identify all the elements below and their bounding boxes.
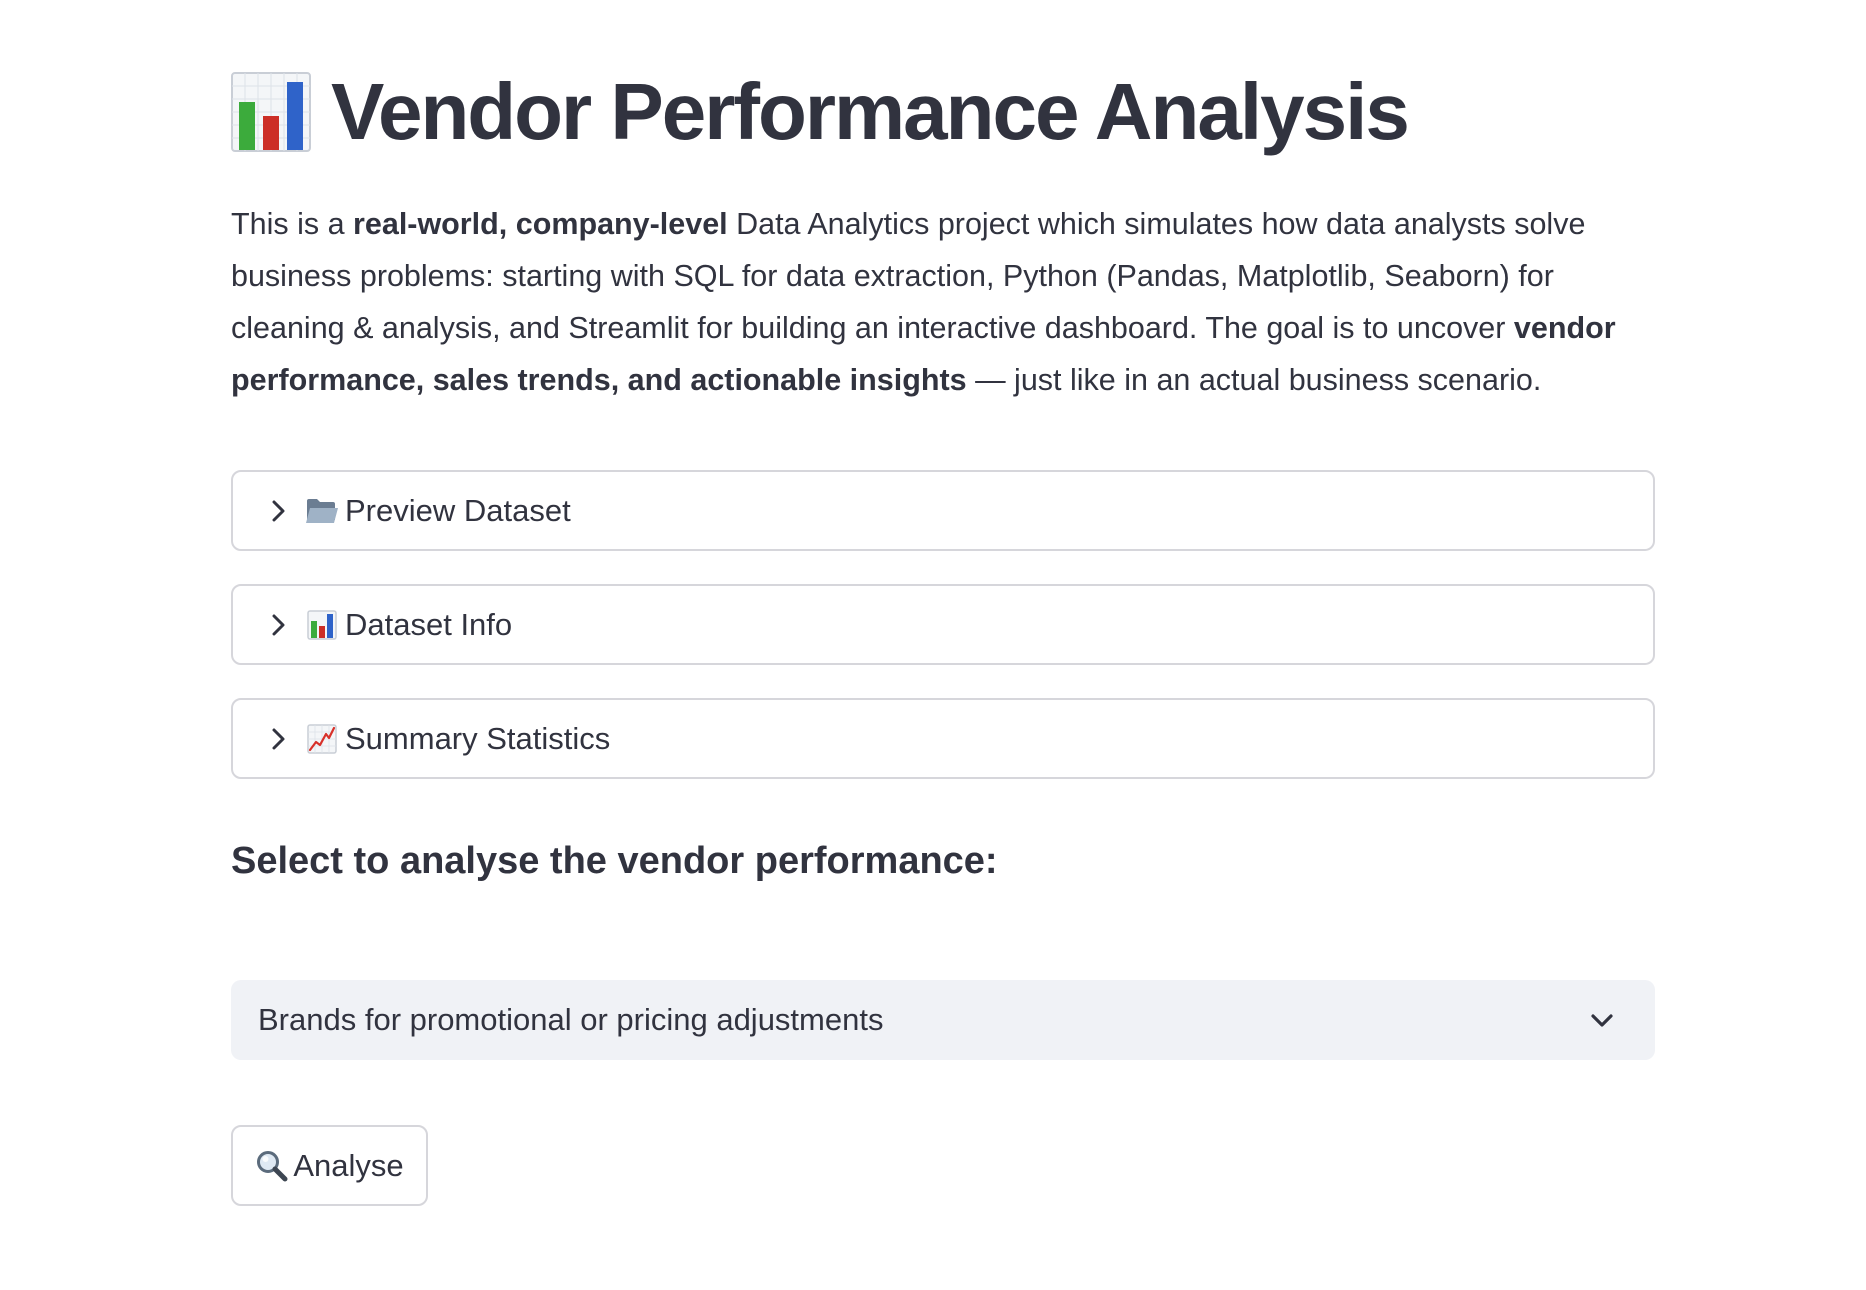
chevron-right-icon xyxy=(263,724,293,754)
intro-text-3: — just like in an actual business scenar… xyxy=(966,363,1542,397)
analyse-button-label: Analyse xyxy=(293,1147,404,1183)
expander-preview-dataset[interactable]: Preview Dataset xyxy=(231,470,1655,551)
expander-label: Dataset Info xyxy=(345,606,513,642)
bar-chart-icon xyxy=(231,72,311,152)
chevron-right-icon xyxy=(263,496,293,526)
bar-chart-icon xyxy=(305,608,339,642)
expander-summary-statistics[interactable]: Summary Statistics xyxy=(231,698,1655,779)
intro-text-1: This is a xyxy=(231,207,354,241)
page-title-text: Vendor Performance Analysis xyxy=(331,67,1410,156)
intro-paragraph: This is a real-world, company-level Data… xyxy=(231,198,1655,406)
magnifier-icon xyxy=(255,1149,289,1183)
intro-bold-1: real-world, company-level xyxy=(353,207,728,241)
expander-label: Summary Statistics xyxy=(345,720,611,756)
analyse-button[interactable]: Analyse xyxy=(231,1125,428,1206)
expander-label: Preview Dataset xyxy=(345,492,571,528)
analysis-select[interactable]: Brands for promotional or pricing adjust… xyxy=(231,980,1655,1060)
chevron-down-icon xyxy=(1587,1005,1617,1035)
folder-icon xyxy=(305,494,339,528)
line-chart-icon xyxy=(305,722,339,756)
chevron-right-icon xyxy=(263,610,293,640)
expander-dataset-info[interactable]: Dataset Info xyxy=(231,584,1655,665)
select-value: Brands for promotional or pricing adjust… xyxy=(258,1002,884,1037)
page-title: Vendor Performance Analysis xyxy=(231,62,1410,162)
section-subheader: Select to analyse the vendor performance… xyxy=(231,840,998,882)
